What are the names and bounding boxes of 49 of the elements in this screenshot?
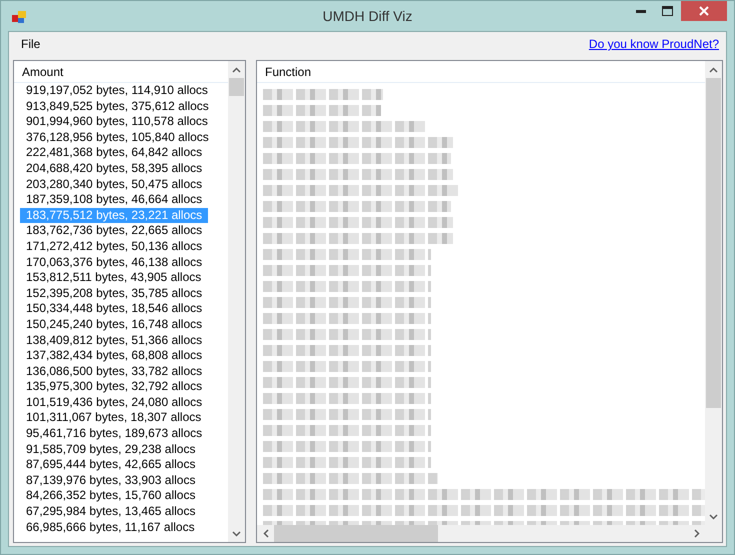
list-item[interactable]: 183,762,736 bytes, 22,665 allocs <box>20 223 208 239</box>
chevron-up-icon <box>709 66 718 72</box>
minimize-icon <box>636 10 646 12</box>
list-item[interactable]: 138,409,812 bytes, 51,366 allocs <box>20 332 208 348</box>
app-icon <box>12 10 28 24</box>
list-item[interactable]: 919,197,052 bytes, 114,910 allocs <box>20 83 214 99</box>
list-item[interactable]: 204,688,420 bytes, 58,395 allocs <box>20 160 208 177</box>
list-item[interactable]: 101,311,067 bytes, 18,307 allocs <box>20 410 208 426</box>
scroll-thumb[interactable] <box>706 78 721 408</box>
column-header[interactable]: Amount <box>22 64 64 78</box>
scroll-thumb[interactable] <box>274 525 438 542</box>
close-button[interactable] <box>681 1 727 21</box>
maximize-icon <box>662 6 673 16</box>
list-item[interactable]: 87,695,444 bytes, 42,665 allocs <box>20 457 202 473</box>
menu-item[interactable]: File <box>21 37 40 51</box>
scroll-thumb[interactable] <box>229 78 244 96</box>
list-item[interactable]: 913,849,525 bytes, 375,612 allocs <box>20 98 215 114</box>
list-item[interactable]: 153,812,511 bytes, 43,905 allocs <box>20 270 208 286</box>
list-item[interactable]: 150,334,448 bytes, 18,546 allocs <box>20 301 208 317</box>
list-item[interactable]: 187,359,108 bytes, 46,664 allocs <box>20 192 208 208</box>
chevron-right-icon <box>694 529 700 538</box>
list-item[interactable]: 170,063,376 bytes, 46,138 allocs <box>20 254 208 270</box>
close-icon <box>699 6 709 16</box>
list-item[interactable]: 66,985,666 bytes, 11,167 allocs <box>20 520 201 536</box>
list-item[interactable]: 87,139,976 bytes, 33,903 allocs <box>20 472 202 488</box>
window-title: UMDH Diff Viz <box>322 8 412 24</box>
chevron-up-icon <box>232 66 241 72</box>
list-item[interactable]: 901,994,960 bytes, 110,578 allocs <box>20 114 214 130</box>
list-item[interactable]: 95,461,716 bytes, 189,673 allocs <box>20 426 208 442</box>
column-header[interactable]: Function <box>265 64 312 78</box>
list-item[interactable]: 150,245,240 bytes, 16,748 allocs <box>20 316 208 332</box>
list-item[interactable]: 376,128,956 bytes, 105,840 allocs <box>20 130 215 146</box>
list-item[interactable]: 135,975,300 bytes, 32,792 allocs <box>20 379 208 395</box>
list-item[interactable]: 67,295,984 bytes, 13,465 allocs <box>20 504 202 520</box>
list-item[interactable]: 101,519,436 bytes, 24,080 allocs <box>20 394 208 410</box>
list-item[interactable]: 171,272,412 bytes, 50,136 allocs <box>20 238 208 255</box>
list-item[interactable]: 91,585,709 bytes, 29,238 allocs <box>20 442 202 458</box>
list-item[interactable]: 152,395,208 bytes, 35,785 allocs <box>20 286 208 302</box>
chevron-left-icon <box>262 529 268 538</box>
list-item[interactable]: 136,086,500 bytes, 33,782 allocs <box>20 364 208 380</box>
chevron-down-icon <box>232 530 241 536</box>
chevron-down-icon <box>709 514 718 520</box>
list-item[interactable]: 222,481,368 bytes, 64,842 allocs <box>20 145 208 161</box>
vertical-scrollbar[interactable] <box>228 61 245 542</box>
list-item[interactable]: 203,280,340 bytes, 50,475 allocs <box>20 176 208 192</box>
list-item[interactable]: 137,382,434 bytes, 68,808 allocs <box>20 348 208 364</box>
vertical-scrollbar[interactable] <box>705 61 722 525</box>
list-item[interactable]: 84,266,352 bytes, 15,760 allocs <box>20 488 202 504</box>
proudnet-link[interactable]: Do you know ProudNet? <box>588 37 719 51</box>
